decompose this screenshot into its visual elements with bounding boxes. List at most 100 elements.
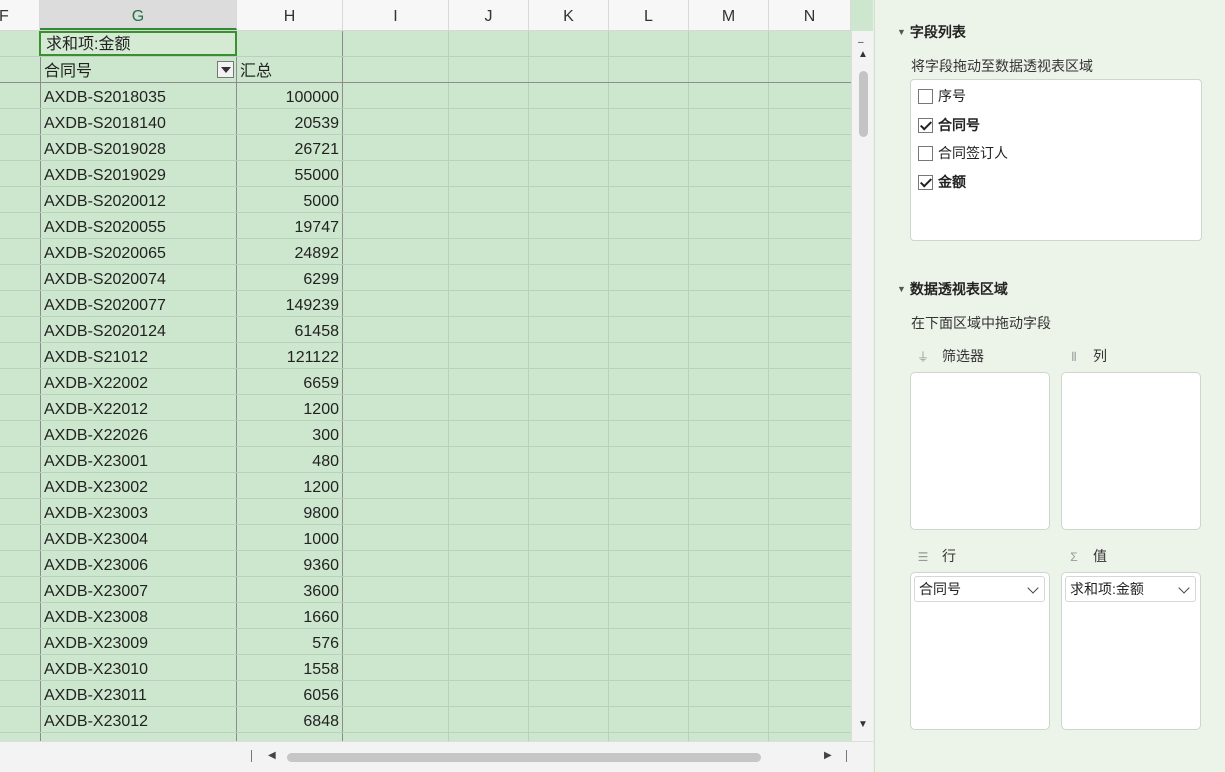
amount-cell[interactable]: 61458: [237, 317, 340, 343]
contract-cell[interactable]: AXDB-X22012: [44, 395, 148, 421]
filter-label-text: 筛选器: [942, 348, 984, 364]
row-field-header[interactable]: 合同号: [44, 57, 92, 83]
amount-cell[interactable]: 1200: [237, 473, 339, 499]
contract-cell[interactable]: AXDB-X23004: [44, 525, 148, 551]
table-row: AXDB-X23007 3600: [0, 577, 851, 603]
contract-cell[interactable]: AXDB-S2020074: [44, 265, 166, 291]
horizontal-scrollbar[interactable]: ◀ ▶: [0, 741, 873, 772]
scroll-left-icon[interactable]: ◀: [268, 750, 276, 761]
contract-cell[interactable]: AXDB-S2018140: [44, 109, 166, 135]
contract-cell[interactable]: AXDB-X23001: [44, 447, 148, 473]
contract-cell[interactable]: AXDB-X23009: [44, 629, 148, 655]
scroll-up-arrow-icon[interactable]: –: [858, 37, 864, 48]
contract-cell[interactable]: AXDB-X23010: [44, 655, 148, 681]
amount-cell[interactable]: 6848: [237, 707, 339, 733]
amount-cell[interactable]: 3600: [237, 577, 339, 603]
contract-cell[interactable]: AXDB-X23011: [44, 681, 147, 707]
amount-cell[interactable]: 9800: [237, 499, 339, 525]
chevron-down-icon[interactable]: [1027, 582, 1039, 594]
contract-cell[interactable]: AXDB-S2020065: [44, 239, 166, 265]
spreadsheet[interactable]: F G H I J K L M N 求和项:金额 合同号 汇总 AXDB-S20…: [0, 0, 873, 772]
amount-cell[interactable]: 20539: [237, 109, 340, 135]
column-header-m[interactable]: M: [689, 0, 769, 30]
amount-cell[interactable]: 1660: [237, 603, 339, 629]
values-drop-zone[interactable]: 求和项:金额: [1061, 572, 1201, 730]
amount-cell[interactable]: 26721: [237, 135, 340, 161]
amount-cell[interactable]: 1200: [237, 395, 339, 421]
contract-cell[interactable]: AXDB-S2020124: [44, 317, 166, 343]
field-checkbox[interactable]: [918, 175, 933, 190]
field-item-seq[interactable]: 序号: [918, 86, 966, 106]
amount-cell[interactable]: 5000: [237, 187, 339, 213]
amount-cell[interactable]: 480: [237, 447, 339, 473]
filter-zone-label: ⏚ 筛选器: [916, 346, 984, 366]
contract-cell[interactable]: AXDB-S2020012: [44, 187, 166, 213]
amount-cell[interactable]: 1558: [237, 655, 339, 681]
column-header-h[interactable]: H: [237, 0, 343, 30]
vertical-scrollbar[interactable]: – ▲ ▼: [851, 31, 873, 741]
scroll-right-icon[interactable]: ▶: [824, 750, 832, 761]
amount-cell[interactable]: 576: [237, 629, 339, 655]
field-item-signer[interactable]: 合同签订人: [918, 143, 1008, 163]
contract-cell[interactable]: AXDB-S2019029: [44, 161, 166, 187]
row-filter-dropdown-button[interactable]: [217, 61, 234, 78]
values-field-chip[interactable]: 求和项:金额: [1065, 576, 1196, 602]
amount-cell[interactable]: 6659: [237, 369, 339, 395]
vertical-scroll-thumb[interactable]: [859, 71, 868, 137]
contract-cell[interactable]: AXDB-S21012: [44, 343, 148, 369]
amount-cell[interactable]: 121122: [237, 343, 339, 369]
amount-cell[interactable]: 19747: [237, 213, 340, 239]
contract-cell[interactable]: AXDB-X23012: [44, 707, 148, 733]
field-checkbox[interactable]: [918, 146, 933, 161]
contract-cell[interactable]: AXDB-X22002: [44, 369, 148, 395]
column-header-k[interactable]: K: [529, 0, 609, 30]
pivot-title-cell[interactable]: 求和项:金额: [39, 31, 237, 56]
amount-cell[interactable]: 55000: [237, 161, 340, 187]
total-header[interactable]: 汇总: [240, 57, 342, 83]
field-list-section-title[interactable]: ▼ 字段列表: [897, 22, 966, 42]
columns-drop-zone[interactable]: [1061, 372, 1201, 530]
column-header-j[interactable]: J: [449, 0, 529, 30]
contract-cell[interactable]: AXDB-X22026: [44, 421, 148, 447]
field-item-amount[interactable]: 金额: [918, 172, 966, 192]
contract-cell[interactable]: AXDB-S2020055: [44, 213, 166, 239]
values-label-text: 值: [1093, 548, 1107, 564]
rows-chip-label: 合同号: [919, 581, 961, 597]
column-header-n[interactable]: N: [769, 0, 851, 30]
amount-cell[interactable]: 300: [237, 421, 339, 447]
column-header-g[interactable]: G: [40, 0, 237, 30]
contract-cell[interactable]: AXDB-S2020077: [44, 291, 166, 317]
field-item-contract[interactable]: 合同号: [918, 115, 980, 135]
amount-cell[interactable]: 6299: [237, 265, 339, 291]
amount-cell[interactable]: 149239: [237, 291, 339, 317]
contract-cell[interactable]: AXDB-X23002: [44, 473, 148, 499]
horizontal-scroll-thumb[interactable]: [287, 753, 761, 762]
scroll-up-icon[interactable]: ▲: [858, 49, 868, 60]
contract-cell[interactable]: AXDB-X23006: [44, 551, 148, 577]
field-checkbox[interactable]: [918, 89, 933, 104]
scroll-down-icon[interactable]: ▼: [858, 719, 868, 730]
amount-cell[interactable]: 6056: [237, 681, 339, 707]
contract-cell[interactable]: AXDB-S2018035: [44, 83, 166, 109]
amount-cell[interactable]: 1000: [237, 525, 339, 551]
contract-cell[interactable]: AXDB-X23008: [44, 603, 148, 629]
table-row: AXDB-X22002 6659: [0, 369, 851, 395]
contract-cell[interactable]: AXDB-S2019028: [44, 135, 166, 161]
contract-cell[interactable]: AXDB-X23007: [44, 577, 148, 603]
column-header-i[interactable]: I: [343, 0, 449, 30]
field-checkbox[interactable]: [918, 118, 933, 133]
collapse-triangle-icon[interactable]: ▼: [897, 284, 906, 294]
collapse-triangle-icon[interactable]: ▼: [897, 27, 906, 37]
chevron-down-icon[interactable]: [1178, 582, 1190, 594]
column-header-f[interactable]: F: [0, 0, 40, 30]
contract-cell[interactable]: AXDB-X23003: [44, 499, 148, 525]
rows-drop-zone[interactable]: 合同号: [910, 572, 1050, 730]
filter-drop-zone[interactable]: [910, 372, 1050, 530]
amount-cell[interactable]: 100000: [237, 83, 339, 109]
column-header-l[interactable]: L: [609, 0, 689, 30]
rows-field-chip[interactable]: 合同号: [914, 576, 1045, 602]
amount-cell[interactable]: 9360: [237, 551, 339, 577]
cell-grid[interactable]: 求和项:金额 合同号 汇总 AXDB-S2018035 100000 AXDB-S2…: [0, 31, 851, 759]
amount-cell[interactable]: 24892: [237, 239, 340, 265]
areas-section-title[interactable]: ▼ 数据透视表区域: [897, 279, 1008, 299]
